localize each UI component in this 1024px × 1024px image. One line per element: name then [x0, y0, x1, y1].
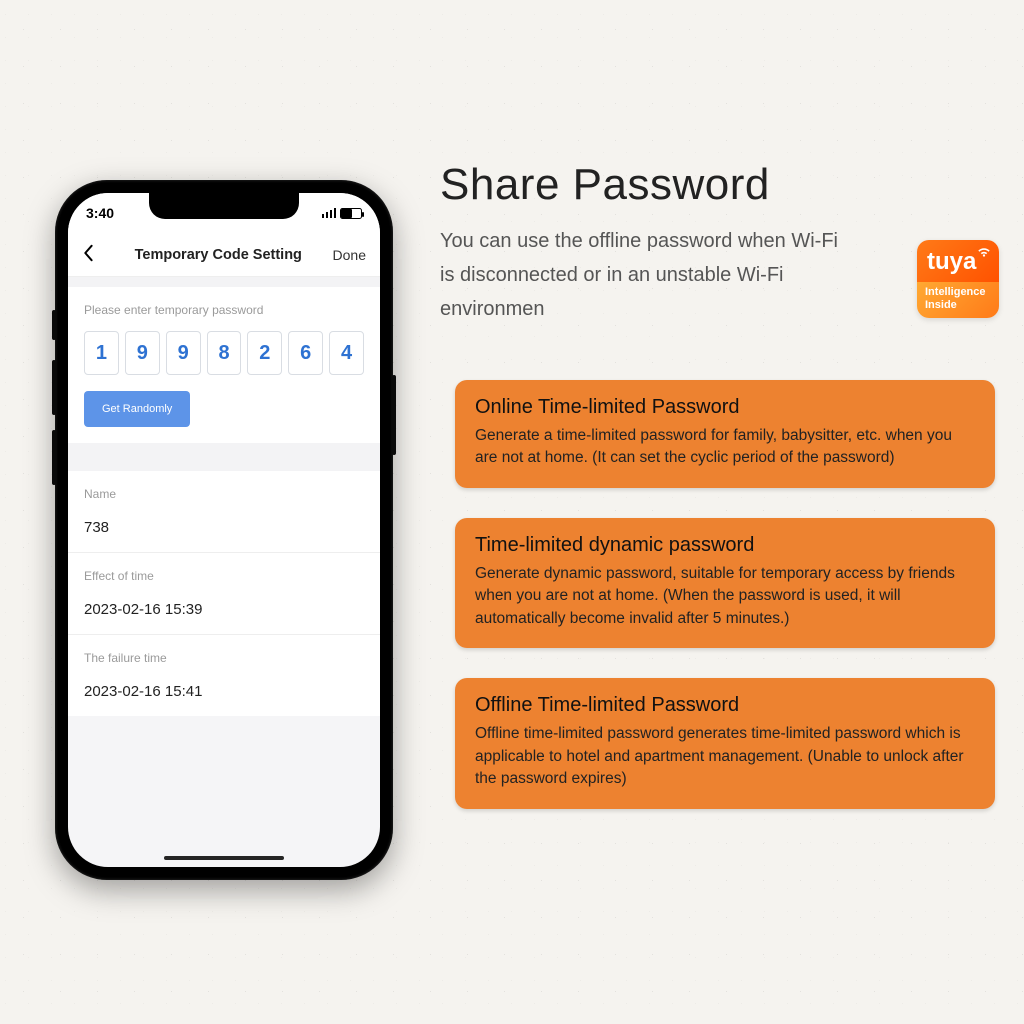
page-subtitle: You can use the offline password when Wi…	[440, 224, 840, 326]
nav-title: Temporary Code Setting	[135, 247, 302, 263]
name-label: Name	[84, 487, 364, 501]
effect-time-section[interactable]: Effect of time 2023-02-16 15:39	[68, 552, 380, 634]
pin-cell[interactable]: 2	[247, 331, 282, 375]
pin-input[interactable]: 1 9 9 8 2 6 4	[84, 331, 364, 375]
phone-notch	[149, 193, 299, 219]
pin-cell[interactable]: 9	[125, 331, 160, 375]
card-body: Generate a time-limited password for fam…	[475, 425, 975, 470]
pin-cell[interactable]: 9	[166, 331, 201, 375]
phone-mockup: 3:40 Temporary Code Setting Done Please …	[55, 180, 393, 880]
password-prompt: Please enter temporary password	[84, 303, 364, 317]
tuya-badge: tuya Intelligence Inside	[917, 240, 999, 318]
page-title: Share Password	[440, 160, 995, 210]
wifi-icon	[977, 246, 991, 261]
pin-cell[interactable]: 6	[288, 331, 323, 375]
fail-label: The failure time	[84, 651, 364, 665]
signal-icon	[322, 208, 337, 218]
done-button[interactable]: Done	[333, 247, 366, 263]
card-body: Generate dynamic password, suitable for …	[475, 563, 975, 630]
feature-card: Online Time-limited Password Generate a …	[455, 380, 995, 488]
nav-bar: Temporary Code Setting Done	[68, 233, 380, 277]
card-title: Offline Time-limited Password	[475, 694, 975, 717]
back-button[interactable]	[82, 244, 104, 266]
get-randomly-button[interactable]: Get Randomly	[84, 391, 190, 427]
pin-cell[interactable]: 4	[329, 331, 364, 375]
feature-card: Time-limited dynamic password Generate d…	[455, 518, 995, 648]
name-value: 738	[84, 519, 364, 536]
fail-value: 2023-02-16 15:41	[84, 683, 364, 700]
badge-brand: tuya	[927, 248, 976, 275]
home-indicator[interactable]	[164, 856, 284, 860]
effect-value: 2023-02-16 15:39	[84, 601, 364, 618]
password-section: Please enter temporary password 1 9 9 8 …	[68, 287, 380, 443]
failure-time-section[interactable]: The failure time 2023-02-16 15:41	[68, 634, 380, 716]
feature-cards: Online Time-limited Password Generate a …	[455, 380, 995, 809]
effect-label: Effect of time	[84, 569, 364, 583]
pin-cell[interactable]: 1	[84, 331, 119, 375]
feature-card: Offline Time-limited Password Offline ti…	[455, 678, 995, 808]
card-title: Online Time-limited Password	[475, 396, 975, 419]
card-body: Offline time-limited password generates …	[475, 723, 975, 790]
pin-cell[interactable]: 8	[207, 331, 242, 375]
status-time: 3:40	[86, 205, 114, 221]
card-title: Time-limited dynamic password	[475, 534, 975, 557]
battery-icon	[340, 208, 362, 219]
badge-tagline: Intelligence Inside	[917, 282, 999, 318]
name-section[interactable]: Name 738	[68, 471, 380, 552]
